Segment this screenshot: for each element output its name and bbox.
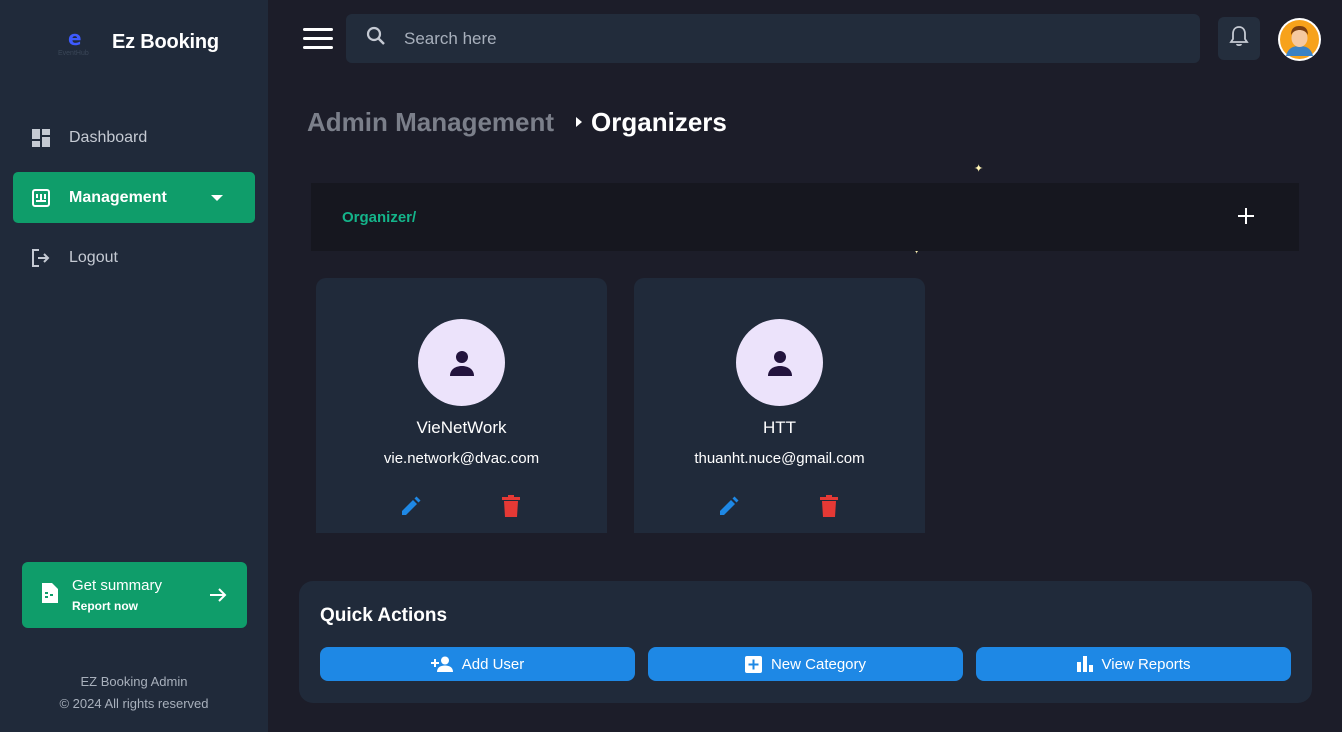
notifications-button[interactable] <box>1218 17 1260 60</box>
pencil-icon <box>720 496 739 515</box>
search-icon <box>366 26 386 51</box>
bar-chart-icon <box>1076 656 1093 672</box>
add-organizer-button[interactable] <box>1237 207 1255 225</box>
trash-icon <box>820 495 838 517</box>
sidebar-item-management[interactable]: Management <box>13 172 255 223</box>
organizer-name: HTT <box>762 418 797 437</box>
brand-name: Ez Booking <box>112 30 219 53</box>
view-reports-button[interactable]: View Reports <box>976 647 1291 681</box>
footer-line-2: © 2024 All rights reserved <box>59 696 209 711</box>
sidebar-item-label: Logout <box>69 248 118 266</box>
delete-button[interactable] <box>502 495 520 522</box>
organizer-avatar <box>736 319 823 406</box>
button-label: New Category <box>770 655 867 673</box>
organizer-email: vie.network@dvac.com <box>383 450 540 467</box>
get-summary-button[interactable]: Get summary Report now <box>22 562 247 628</box>
breadcrumb: Admin Management Organizers <box>307 104 727 140</box>
summary-subtitle: Report now <box>72 599 138 613</box>
menu-toggle-button[interactable] <box>303 28 333 50</box>
search-input[interactable] <box>404 28 1104 49</box>
sidebar-item-label: Management <box>69 188 167 206</box>
brand-logo-mark: e <box>68 26 82 50</box>
brand[interactable]: e EventHub Ez Booking <box>58 22 219 62</box>
sidebar-item-label: Dashboard <box>69 128 148 146</box>
user-avatar[interactable] <box>1278 18 1321 61</box>
search-bar <box>346 14 1200 63</box>
sparkle-icon: ✦ <box>974 162 984 175</box>
sidebar: e EventHub Ez Booking Dashboard Manageme… <box>0 0 268 732</box>
edit-button[interactable] <box>400 495 422 522</box>
add-user-icon <box>430 656 453 672</box>
organizer-card: HTT thuanht.nuce@gmail.com <box>634 278 925 533</box>
breadcrumb-parent[interactable]: Admin Management <box>307 107 554 138</box>
person-icon <box>767 350 792 376</box>
report-icon <box>40 582 58 608</box>
summary-title: Get summary <box>72 577 163 594</box>
organizer-path[interactable]: Organizer/ <box>342 209 416 226</box>
organizer-card: VieNetWork vie.network@dvac.com <box>316 278 607 533</box>
sidebar-item-logout[interactable]: Logout <box>13 232 255 283</box>
quick-actions-panel: Quick Actions Add User New Category View… <box>299 581 1312 703</box>
avatar-image <box>1280 20 1319 59</box>
person-icon <box>449 350 474 376</box>
brand-logo: e EventHub <box>58 24 100 60</box>
add-user-button[interactable]: Add User <box>320 647 635 681</box>
brand-logo-text: EventHub <box>58 50 89 57</box>
edit-button[interactable] <box>718 495 740 522</box>
sidebar-footer: EZ Booking Admin © 2024 All rights reser… <box>0 671 268 715</box>
footer-line-1: EZ Booking Admin <box>80 674 188 689</box>
button-label: Add User <box>461 655 525 673</box>
bell-icon <box>1229 25 1249 52</box>
breadcrumb-separator-icon <box>576 117 583 127</box>
sidebar-item-dashboard[interactable]: Dashboard <box>13 112 255 163</box>
arrow-right-icon <box>209 586 227 609</box>
add-box-icon <box>744 655 762 673</box>
quick-actions-title: Quick Actions <box>320 605 448 626</box>
organizer-header-bar: Organizer/ <box>311 183 1299 251</box>
summary-text: Get summary Report now <box>72 577 162 613</box>
organizer-email: thuanht.nuce@gmail.com <box>694 450 865 467</box>
organizer-name: VieNetWork <box>416 418 507 437</box>
dashboard-icon <box>31 128 51 148</box>
chevron-down-icon[interactable] <box>211 195 223 201</box>
page-title: Organizers <box>591 106 727 137</box>
logout-icon <box>31 248 51 268</box>
button-label: View Reports <box>1101 655 1191 673</box>
new-category-button[interactable]: New Category <box>648 647 963 681</box>
organizer-avatar <box>418 319 505 406</box>
trash-icon <box>502 495 520 517</box>
management-icon <box>31 188 51 208</box>
delete-button[interactable] <box>820 495 838 522</box>
pencil-icon <box>402 496 421 515</box>
